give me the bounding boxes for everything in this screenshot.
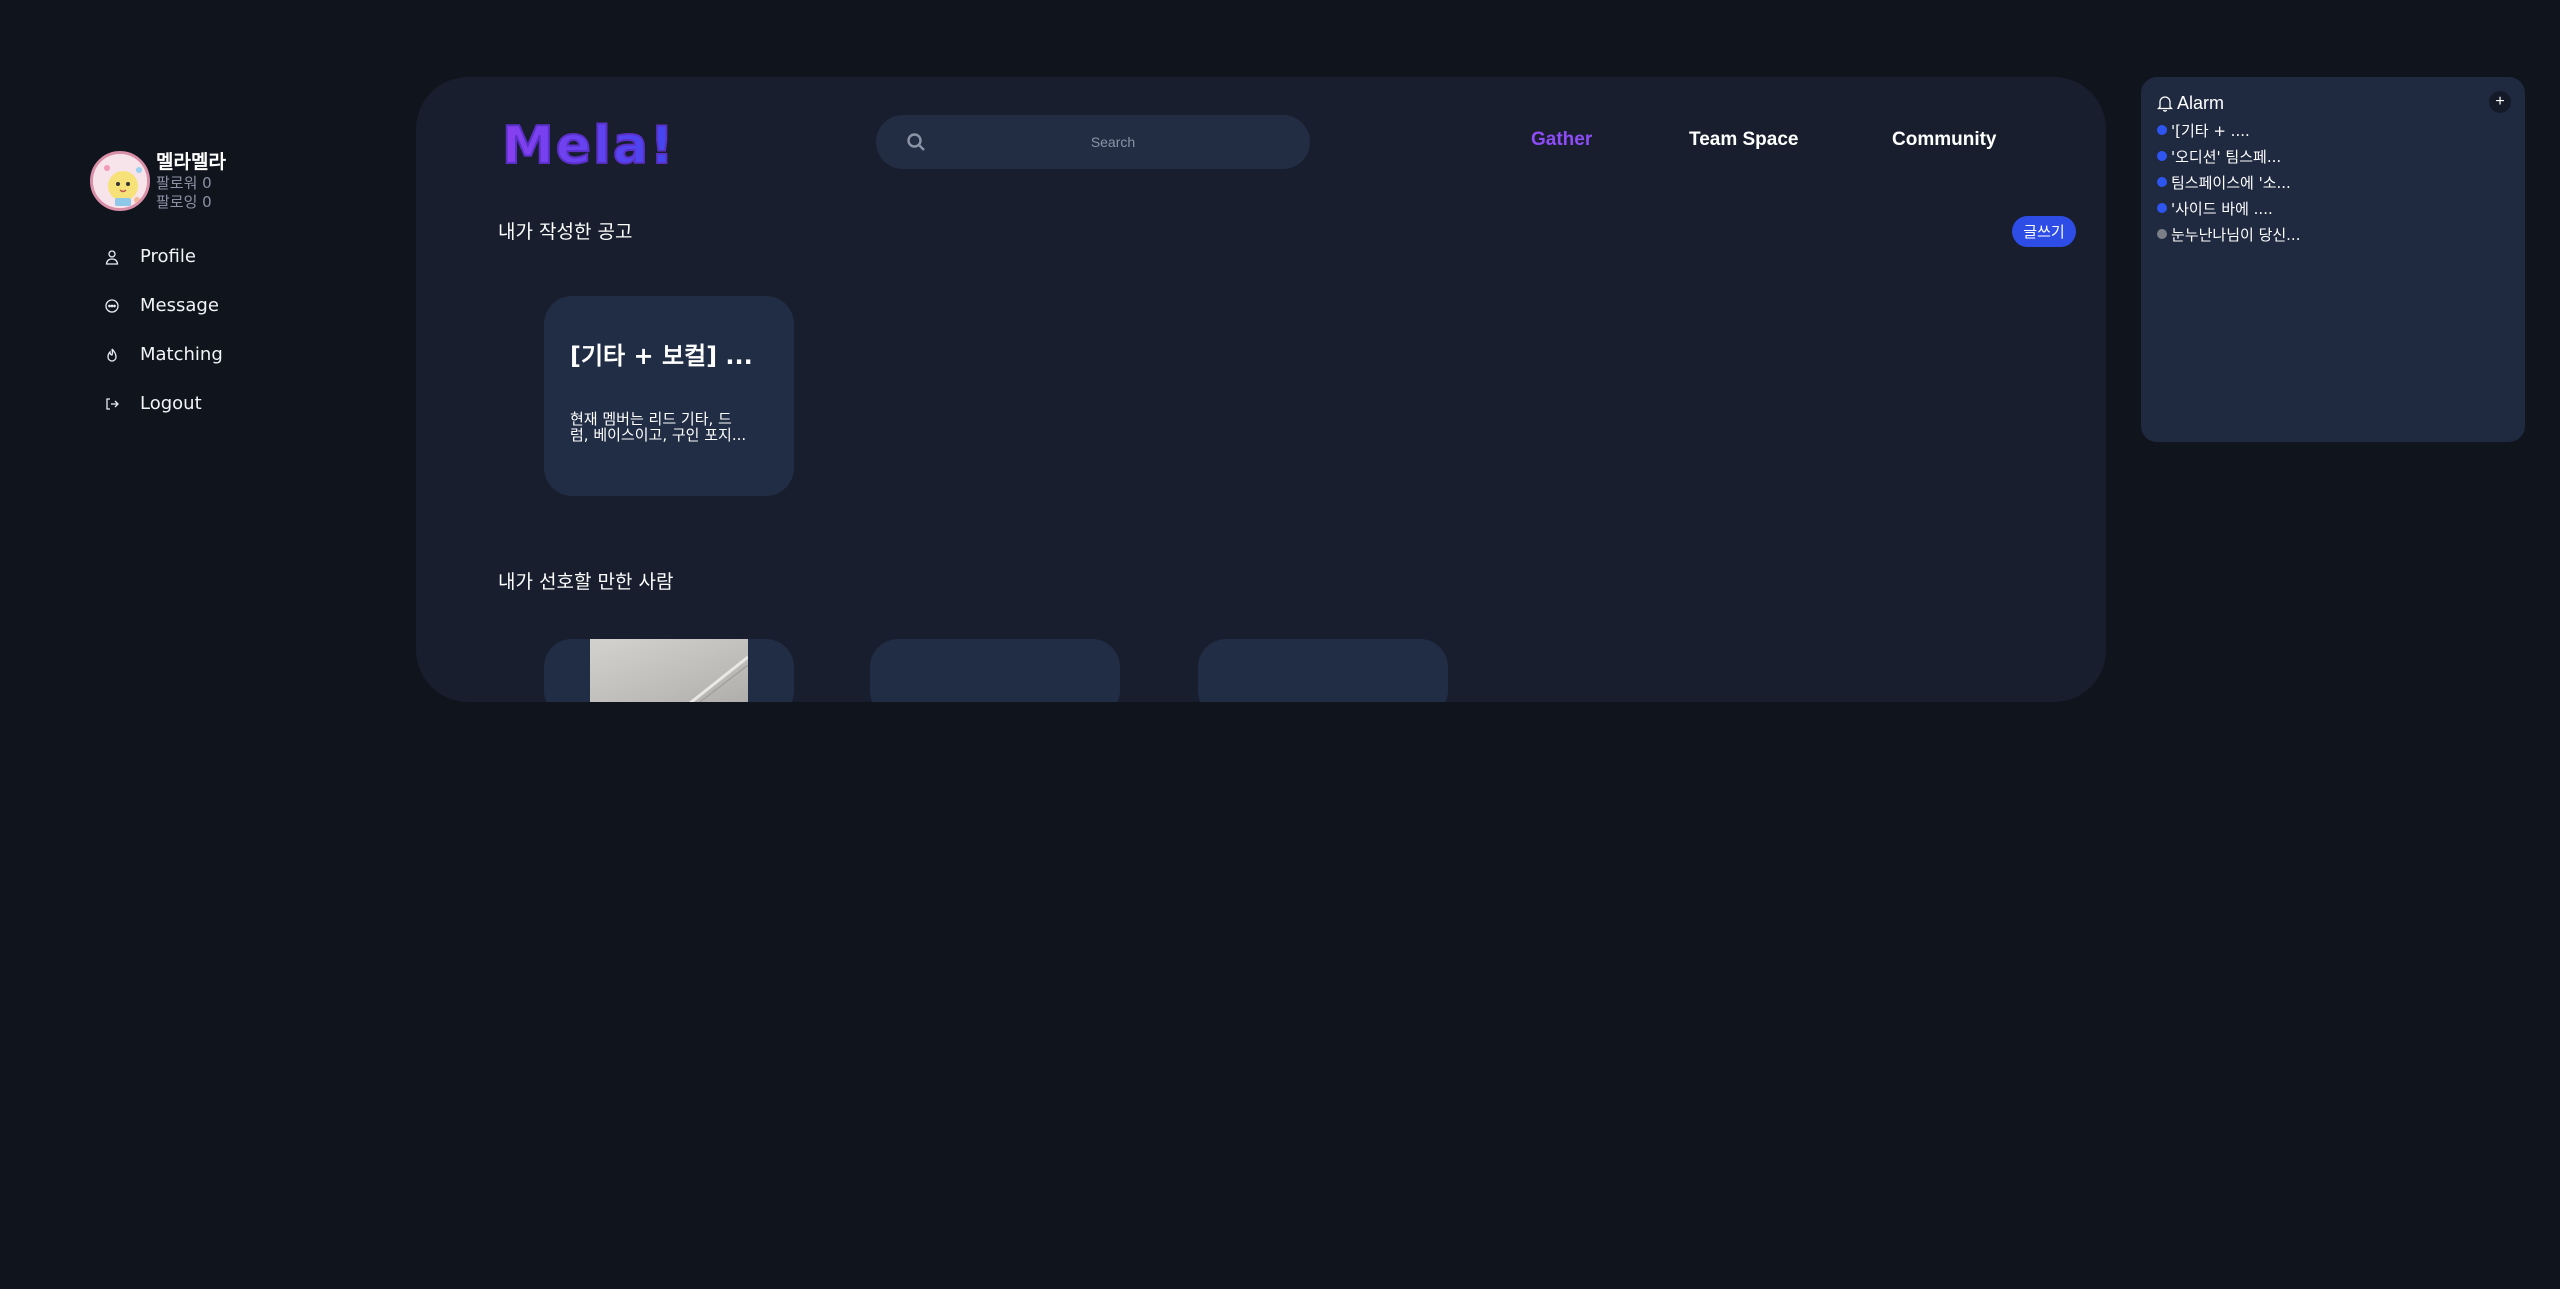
sidebar-menu: Profile Message Matching Logout [90, 232, 330, 428]
alarm-list: '[기타 + .... '오디션' 팀스페... 팀스페이스에 '소... '사… [2157, 117, 2509, 247]
nav-gather[interactable]: Gather [1531, 129, 1592, 151]
main-panel: Mela! Gather Team Space Community 내가 작성한… [416, 77, 2106, 702]
unread-dot [2157, 203, 2167, 213]
alarm-text: '사이드 바에 .... [2171, 199, 2273, 218]
following-count[interactable]: 팔로잉 0 [156, 193, 226, 212]
post-title: [기타 + 보컬] ... [570, 342, 753, 370]
svg-text:Mela!: Mela! [502, 116, 676, 175]
sidebar-item-logout[interactable]: Logout [90, 379, 330, 428]
unread-dot [2157, 151, 2167, 161]
recommended-heading: 내가 선호할 만한 사람 [498, 571, 674, 593]
logout-icon [104, 396, 120, 412]
person-card[interactable] [544, 639, 794, 702]
bell-icon [2157, 95, 2173, 112]
alarm-header: Alarm [2157, 91, 2509, 115]
sidebar-item-label: Profile [140, 246, 196, 267]
alarm-item[interactable]: '오디션' 팀스페... [2157, 143, 2509, 169]
profile-summary: 멜라멜라 팔로워 0 팔로잉 0 [90, 150, 330, 212]
alarm-item[interactable]: 눈누난나님이 당신... [2157, 221, 2509, 247]
flame-icon [104, 347, 120, 363]
unread-dot [2157, 177, 2167, 187]
unread-dot [2157, 125, 2167, 135]
alarm-item[interactable]: 팀스페이스에 '소... [2157, 169, 2509, 195]
post-preview-line: 현재 멤버는 리드 기타, 드 [570, 410, 732, 428]
user-icon [104, 249, 120, 265]
alarm-text: '오디션' 팀스페... [2171, 147, 2282, 166]
post-preview: 현재 멤버는 리드 기타, 드 럼, 베이스이고, 구인 포지... [570, 411, 770, 443]
alarm-item[interactable]: '사이드 바에 .... [2157, 195, 2509, 221]
nav-team-space[interactable]: Team Space [1689, 129, 1798, 151]
search-bar[interactable] [876, 115, 1310, 169]
nav-community[interactable]: Community [1892, 129, 1997, 151]
search-icon [907, 133, 925, 151]
username: 멜라멜라 [156, 151, 226, 173]
read-dot [2157, 229, 2167, 239]
alarm-text: 팀스페이스에 '소... [2171, 173, 2291, 192]
follower-count[interactable]: 팔로워 0 [156, 174, 226, 193]
alarm-item[interactable]: '[기타 + .... [2157, 117, 2509, 143]
post-card[interactable]: [기타 + 보컬] ... 현재 멤버는 리드 기타, 드 럼, 베이스이고, … [544, 296, 794, 496]
sidebar-item-message[interactable]: Message [90, 281, 330, 330]
write-post-button[interactable]: 글쓰기 [2012, 216, 2076, 247]
person-card[interactable] [870, 639, 1120, 702]
sidebar-item-matching[interactable]: Matching [90, 330, 330, 379]
alarm-add-button[interactable]: + [2489, 91, 2511, 113]
sidebar-item-label: Matching [140, 344, 223, 365]
sidebar-item-profile[interactable]: Profile [90, 232, 330, 281]
post-preview-line: 럼, 베이스이고, 구인 포지... [570, 426, 747, 444]
my-posts-heading: 내가 작성한 공고 [498, 221, 633, 243]
sidebar-item-label: Logout [140, 393, 202, 414]
avatar[interactable] [90, 151, 150, 211]
alarm-panel: Alarm + '[기타 + .... '오디션' 팀스페... 팀스페이스에 … [2141, 77, 2525, 442]
app-logo[interactable]: Mela! [498, 115, 688, 177]
sidebar-item-label: Message [140, 295, 219, 316]
person-photo [590, 639, 749, 702]
alarm-text: '[기타 + .... [2171, 121, 2250, 140]
search-input[interactable] [876, 115, 1310, 169]
message-icon [104, 298, 120, 314]
person-card[interactable] [1198, 639, 1448, 702]
alarm-text: 눈누난나님이 당신... [2171, 225, 2301, 244]
left-sidebar: 멜라멜라 팔로워 0 팔로잉 0 Profile Message Matchin… [90, 150, 330, 428]
alarm-title: Alarm [2177, 92, 2225, 113]
